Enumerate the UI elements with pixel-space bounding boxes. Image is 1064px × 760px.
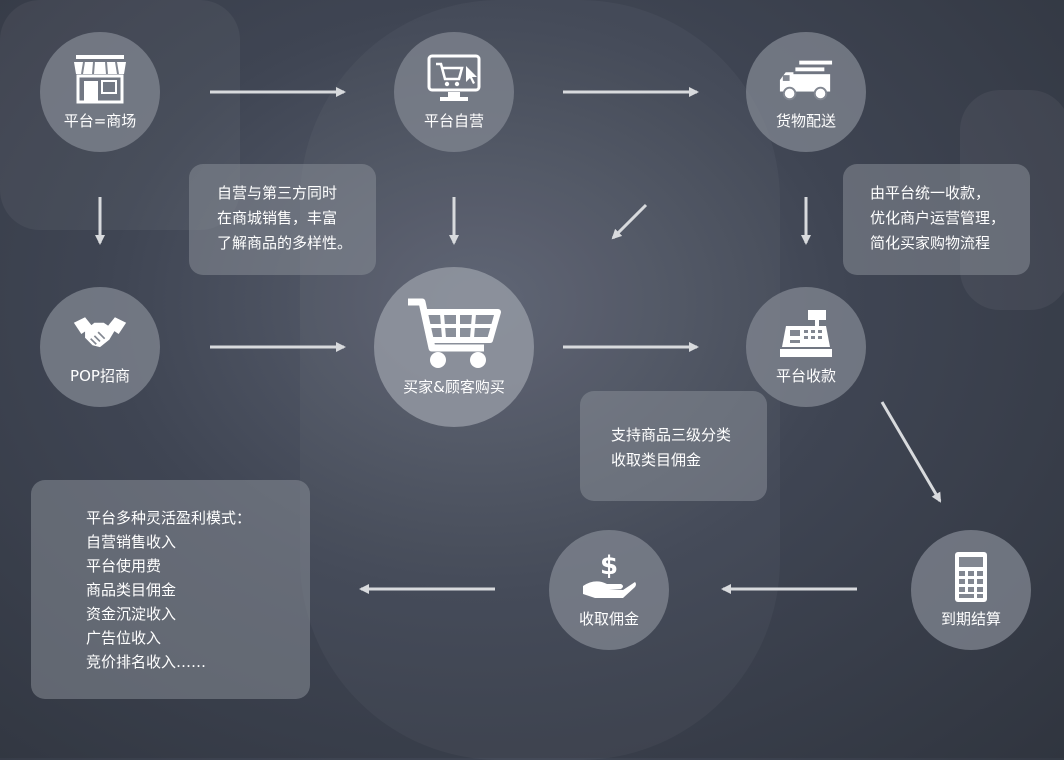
truck-icon	[778, 54, 834, 104]
profit-title: 平台多种灵活盈利模式：	[86, 509, 252, 527]
node-label: 买家&顾客购买	[403, 377, 505, 396]
variety-line: 自营与第三方同时	[217, 184, 338, 202]
category-commission-note: 支持商品三级分类 收取类目佣金	[580, 391, 767, 501]
node-platform-mall: 平台=商场	[40, 32, 160, 152]
unified-line: 由平台统一收款，	[870, 184, 991, 202]
calculator-icon	[943, 551, 999, 602]
node-collection: 平台收款	[746, 287, 866, 407]
svg-text:$: $	[600, 552, 618, 581]
profit-item: 商品类目佣金	[86, 581, 177, 599]
node-self-operated: 平台自营	[394, 32, 514, 152]
profit-item: 资金沉淀收入	[86, 605, 177, 623]
profit-item: 自营销售收入	[86, 533, 177, 551]
unified-line: 优化商户运营管理，	[870, 209, 1006, 227]
profit-item: 平台使用费	[86, 557, 162, 575]
node-label: 平台=商场	[63, 111, 137, 130]
shopping-cart-icon	[406, 298, 502, 370]
variety-line: 在商城销售，丰富	[217, 209, 338, 227]
money-hand-icon: $	[581, 552, 637, 602]
node-commission: $ 收取佣金	[549, 530, 669, 650]
cash-register-icon	[778, 309, 834, 359]
profit-models-note: 平台多种灵活盈利模式： 自营销售收入 平台使用费 商品类目佣金 资金沉淀收入 广…	[31, 480, 310, 699]
node-label: 平台自营	[423, 111, 484, 130]
node-label: 平台收款	[775, 366, 836, 385]
node-label: 到期结算	[940, 609, 1001, 628]
monitor-cart-icon	[426, 54, 482, 104]
variety-line: 了解商品的多样性。	[217, 234, 353, 252]
profit-item: 广告位收入	[86, 629, 162, 647]
node-label: 收取佣金	[578, 609, 639, 628]
storefront-icon	[72, 54, 128, 104]
category-line: 收取类目佣金	[611, 451, 702, 469]
variety-note: 自营与第三方同时 在商城销售，丰富 了解商品的多样性。	[189, 164, 376, 275]
node-label: POP招商	[70, 366, 130, 385]
profit-item: 竞价排名收入……	[86, 653, 207, 671]
node-label: 货物配送	[775, 111, 836, 130]
node-delivery: 货物配送	[746, 32, 866, 152]
node-pop: POP招商	[40, 287, 160, 407]
node-settlement: 到期结算	[911, 530, 1031, 650]
arrow-collection-to-settlement	[880, 401, 942, 503]
handshake-icon	[72, 309, 128, 359]
unified-collection-note: 由平台统一收款， 优化商户运营管理， 简化买家购物流程	[843, 164, 1030, 275]
node-buyers: 买家&顾客购买	[374, 267, 534, 427]
unified-line: 简化买家购物流程	[870, 234, 991, 252]
arrow-delivery-to-buyers	[611, 203, 648, 240]
category-line: 支持商品三级分类	[611, 426, 732, 444]
